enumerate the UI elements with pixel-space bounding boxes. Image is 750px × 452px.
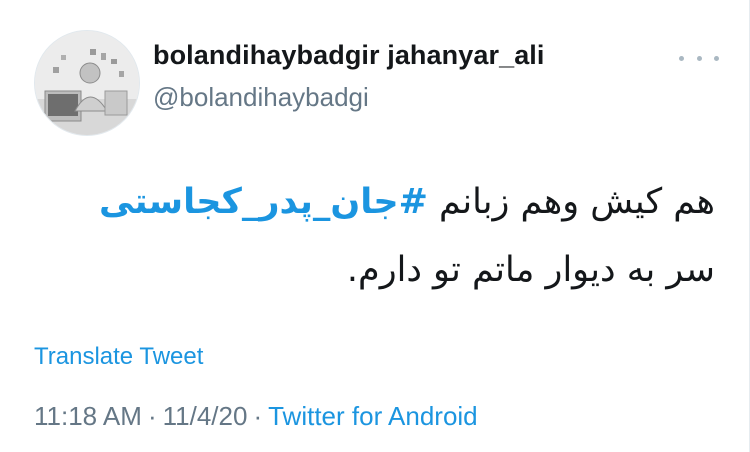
separator-dot: · — [253, 401, 263, 431]
more-dot — [679, 55, 684, 61]
tweet-text-line-1: هم کیش وهم زبانم #جان_پدر_کجاستی — [25, 168, 715, 236]
avatar[interactable] — [34, 30, 140, 136]
tweet-source-link[interactable]: Twitter for Android — [268, 401, 478, 431]
translate-tweet-link[interactable]: Translate Tweet — [34, 343, 203, 371]
author-display-name[interactable]: bolandihaybadgir jahanyar_ali — [153, 40, 545, 71]
tweet-metadata: 11:18 AM · 11/4/20 · Twitter for Android — [34, 401, 478, 432]
tweet-card: bolandihaybadgir jahanyar_ali @bolandiha… — [0, 0, 750, 452]
more-dot — [714, 55, 719, 61]
separator-dot: · — [147, 401, 157, 431]
more-options-icon[interactable] — [679, 48, 719, 68]
avatar-image — [35, 31, 139, 135]
tweet-text-plain: هم کیش وهم زبانم — [427, 182, 715, 222]
hashtag-link[interactable]: #جان_پدر_کجاستی — [99, 182, 428, 222]
tweet-text: هم کیش وهم زبانم #جان_پدر_کجاستی سر به د… — [25, 168, 715, 304]
tweet-text-line-2: سر به دیوار ماتم تو دارم. — [346, 250, 715, 290]
author-handle[interactable]: @bolandihaybadgi — [153, 82, 369, 113]
more-dot — [696, 55, 702, 61]
tweet-time[interactable]: 11:18 AM — [34, 401, 142, 431]
tweet-date[interactable]: 11/4/20 — [163, 401, 248, 431]
